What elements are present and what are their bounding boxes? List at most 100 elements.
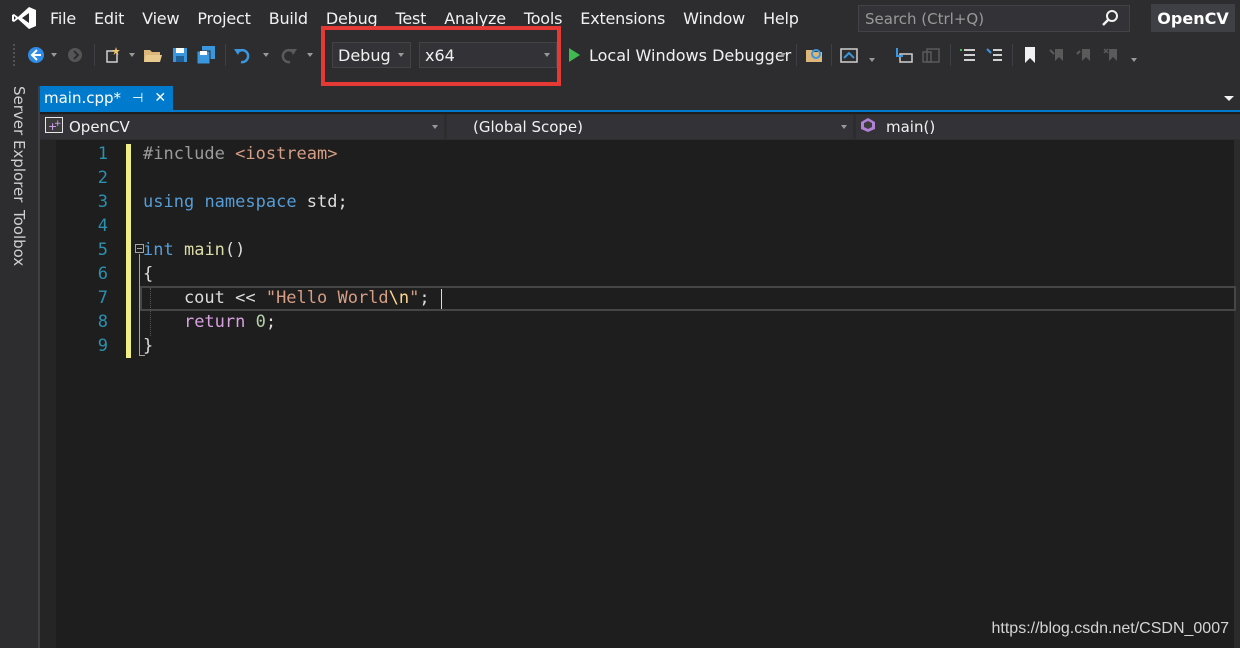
- vs-logo-icon[interactable]: [0, 0, 48, 36]
- new-project-icon[interactable]: [103, 44, 123, 66]
- toolbar-separator: [1012, 44, 1013, 66]
- member-scope-value: main(): [886, 118, 936, 136]
- search-box[interactable]: [858, 5, 1130, 32]
- comment-icon[interactable]: [957, 44, 979, 66]
- tab-overflow-icon[interactable]: [1224, 96, 1234, 101]
- search-icon[interactable]: [1101, 9, 1119, 31]
- code-line[interactable]: 6{: [56, 262, 1240, 286]
- pin-icon[interactable]: ⊣: [132, 91, 143, 106]
- method-icon: [860, 117, 876, 137]
- code-line[interactable]: 8 return 0;: [56, 310, 1240, 334]
- grip-dropdown-icon[interactable]: [866, 44, 878, 66]
- start-debug-icon[interactable]: [565, 44, 583, 66]
- chevron-down-icon: [432, 125, 438, 129]
- previous-bookmark-icon[interactable]: [1048, 44, 1068, 66]
- start-debugger-button[interactable]: Local Windows Debugger: [589, 44, 791, 66]
- open-folder-icon[interactable]: [143, 44, 163, 66]
- code-token: std;: [296, 192, 348, 212]
- code-line[interactable]: 7 cout << "Hello World\n";: [56, 286, 1240, 310]
- document-tab-strip: main.cpp* ⊣ ✕: [40, 86, 1240, 112]
- forward-icon[interactable]: [65, 44, 85, 66]
- menu-edit[interactable]: Edit: [85, 0, 133, 36]
- menu-file[interactable]: File: [48, 0, 85, 36]
- code-text: cout << "Hello World\n";: [143, 288, 430, 308]
- line-number: 4: [97, 216, 108, 236]
- code-token: \n: [388, 288, 410, 308]
- line-number: 7: [97, 288, 108, 308]
- step-over-icon[interactable]: [920, 44, 942, 66]
- code-line[interactable]: 4: [56, 214, 1240, 238]
- line-number: 3: [97, 192, 108, 212]
- menu-extensions[interactable]: Extensions: [571, 0, 674, 36]
- toolbar-separator: [831, 44, 832, 66]
- code-line[interactable]: 3 using namespace std;: [56, 190, 1240, 214]
- code-text: return 0;: [143, 312, 276, 332]
- toolbar-overflow-icon[interactable]: [1128, 44, 1140, 66]
- tab-label: main.cpp*: [44, 89, 122, 107]
- toolbar-separator: [225, 44, 226, 66]
- search-input[interactable]: [865, 9, 1095, 28]
- code-line[interactable]: 5 int main(): [56, 238, 1240, 262]
- code-text: int main(): [143, 240, 245, 260]
- code-token: #include: [143, 144, 236, 164]
- menu-bar: File Edit View Project Build Debug Test …: [0, 0, 1240, 36]
- toolbar-separator: [950, 44, 951, 66]
- line-number: 8: [97, 312, 108, 332]
- bookmark-icon[interactable]: [1020, 44, 1040, 66]
- code-token: }: [143, 336, 154, 356]
- toolbox-tab[interactable]: Toolbox: [10, 210, 28, 266]
- project-scope-dropdown[interactable]: + + OpenCV: [40, 115, 444, 139]
- save-all-icon[interactable]: [195, 44, 217, 66]
- undo-dropdown-icon[interactable]: [261, 44, 271, 66]
- code-token: ;: [265, 312, 277, 332]
- tab-main-cpp[interactable]: main.cpp* ⊣ ✕: [40, 86, 173, 110]
- solution-explorer-icon[interactable]: [838, 44, 860, 66]
- code-token: 0: [255, 312, 266, 332]
- server-explorer-tab[interactable]: Server Explorer: [10, 86, 28, 202]
- chevron-down-icon: [841, 125, 847, 129]
- code-token: <iostream>: [235, 144, 338, 164]
- menu-help[interactable]: Help: [754, 0, 808, 36]
- redo-icon[interactable]: [277, 44, 299, 66]
- member-scope-dropdown[interactable]: main(): [856, 115, 1240, 139]
- toolbar-separator: [94, 44, 95, 66]
- next-bookmark-icon[interactable]: [1075, 44, 1095, 66]
- toolbar-grip[interactable]: [12, 43, 16, 67]
- standard-toolbar: Debug x64 Local Windows Debugger: [0, 36, 1240, 86]
- close-icon[interactable]: ✕: [154, 90, 166, 106]
- type-scope-dropdown[interactable]: (Global Scope): [447, 115, 853, 139]
- toolbar-separator: [796, 44, 797, 66]
- debugger-dropdown-icon[interactable]: [778, 44, 788, 66]
- line-number: 2: [97, 168, 108, 188]
- code-token: cout <<: [143, 288, 266, 308]
- code-token: main: [183, 240, 225, 260]
- editor-margin: [40, 140, 56, 648]
- new-project-dropdown-icon[interactable]: [127, 44, 137, 66]
- watermark: https://blog.csdn.net/CSDN_0007: [991, 620, 1229, 637]
- back-icon[interactable]: [26, 44, 46, 66]
- code-line[interactable]: 9}: [56, 334, 1240, 358]
- menu-window[interactable]: Window: [674, 0, 754, 36]
- save-icon[interactable]: [170, 44, 190, 66]
- code-line[interactable]: 1 #include <iostream>: [56, 142, 1240, 166]
- code-token: using: [143, 192, 195, 212]
- redo-dropdown-icon[interactable]: [305, 44, 315, 66]
- line-number: 9: [97, 336, 108, 356]
- svg-text:+: +: [54, 119, 62, 129]
- menu-view[interactable]: View: [133, 0, 188, 36]
- uncomment-icon[interactable]: [984, 44, 1006, 66]
- find-in-files-icon[interactable]: [803, 44, 825, 66]
- step-into-icon[interactable]: [893, 44, 915, 66]
- menu-project[interactable]: Project: [188, 0, 259, 36]
- code-text: #include <iostream>: [143, 144, 337, 164]
- code-line[interactable]: 2: [56, 166, 1240, 190]
- type-scope-value: (Global Scope): [473, 118, 584, 136]
- clear-bookmarks-icon[interactable]: [1102, 44, 1122, 66]
- undo-icon[interactable]: [232, 44, 254, 66]
- navigation-bar: + + OpenCV (Global Scope) main(): [40, 114, 1240, 140]
- back-dropdown-icon[interactable]: [49, 44, 59, 66]
- menu-build[interactable]: Build: [260, 0, 317, 36]
